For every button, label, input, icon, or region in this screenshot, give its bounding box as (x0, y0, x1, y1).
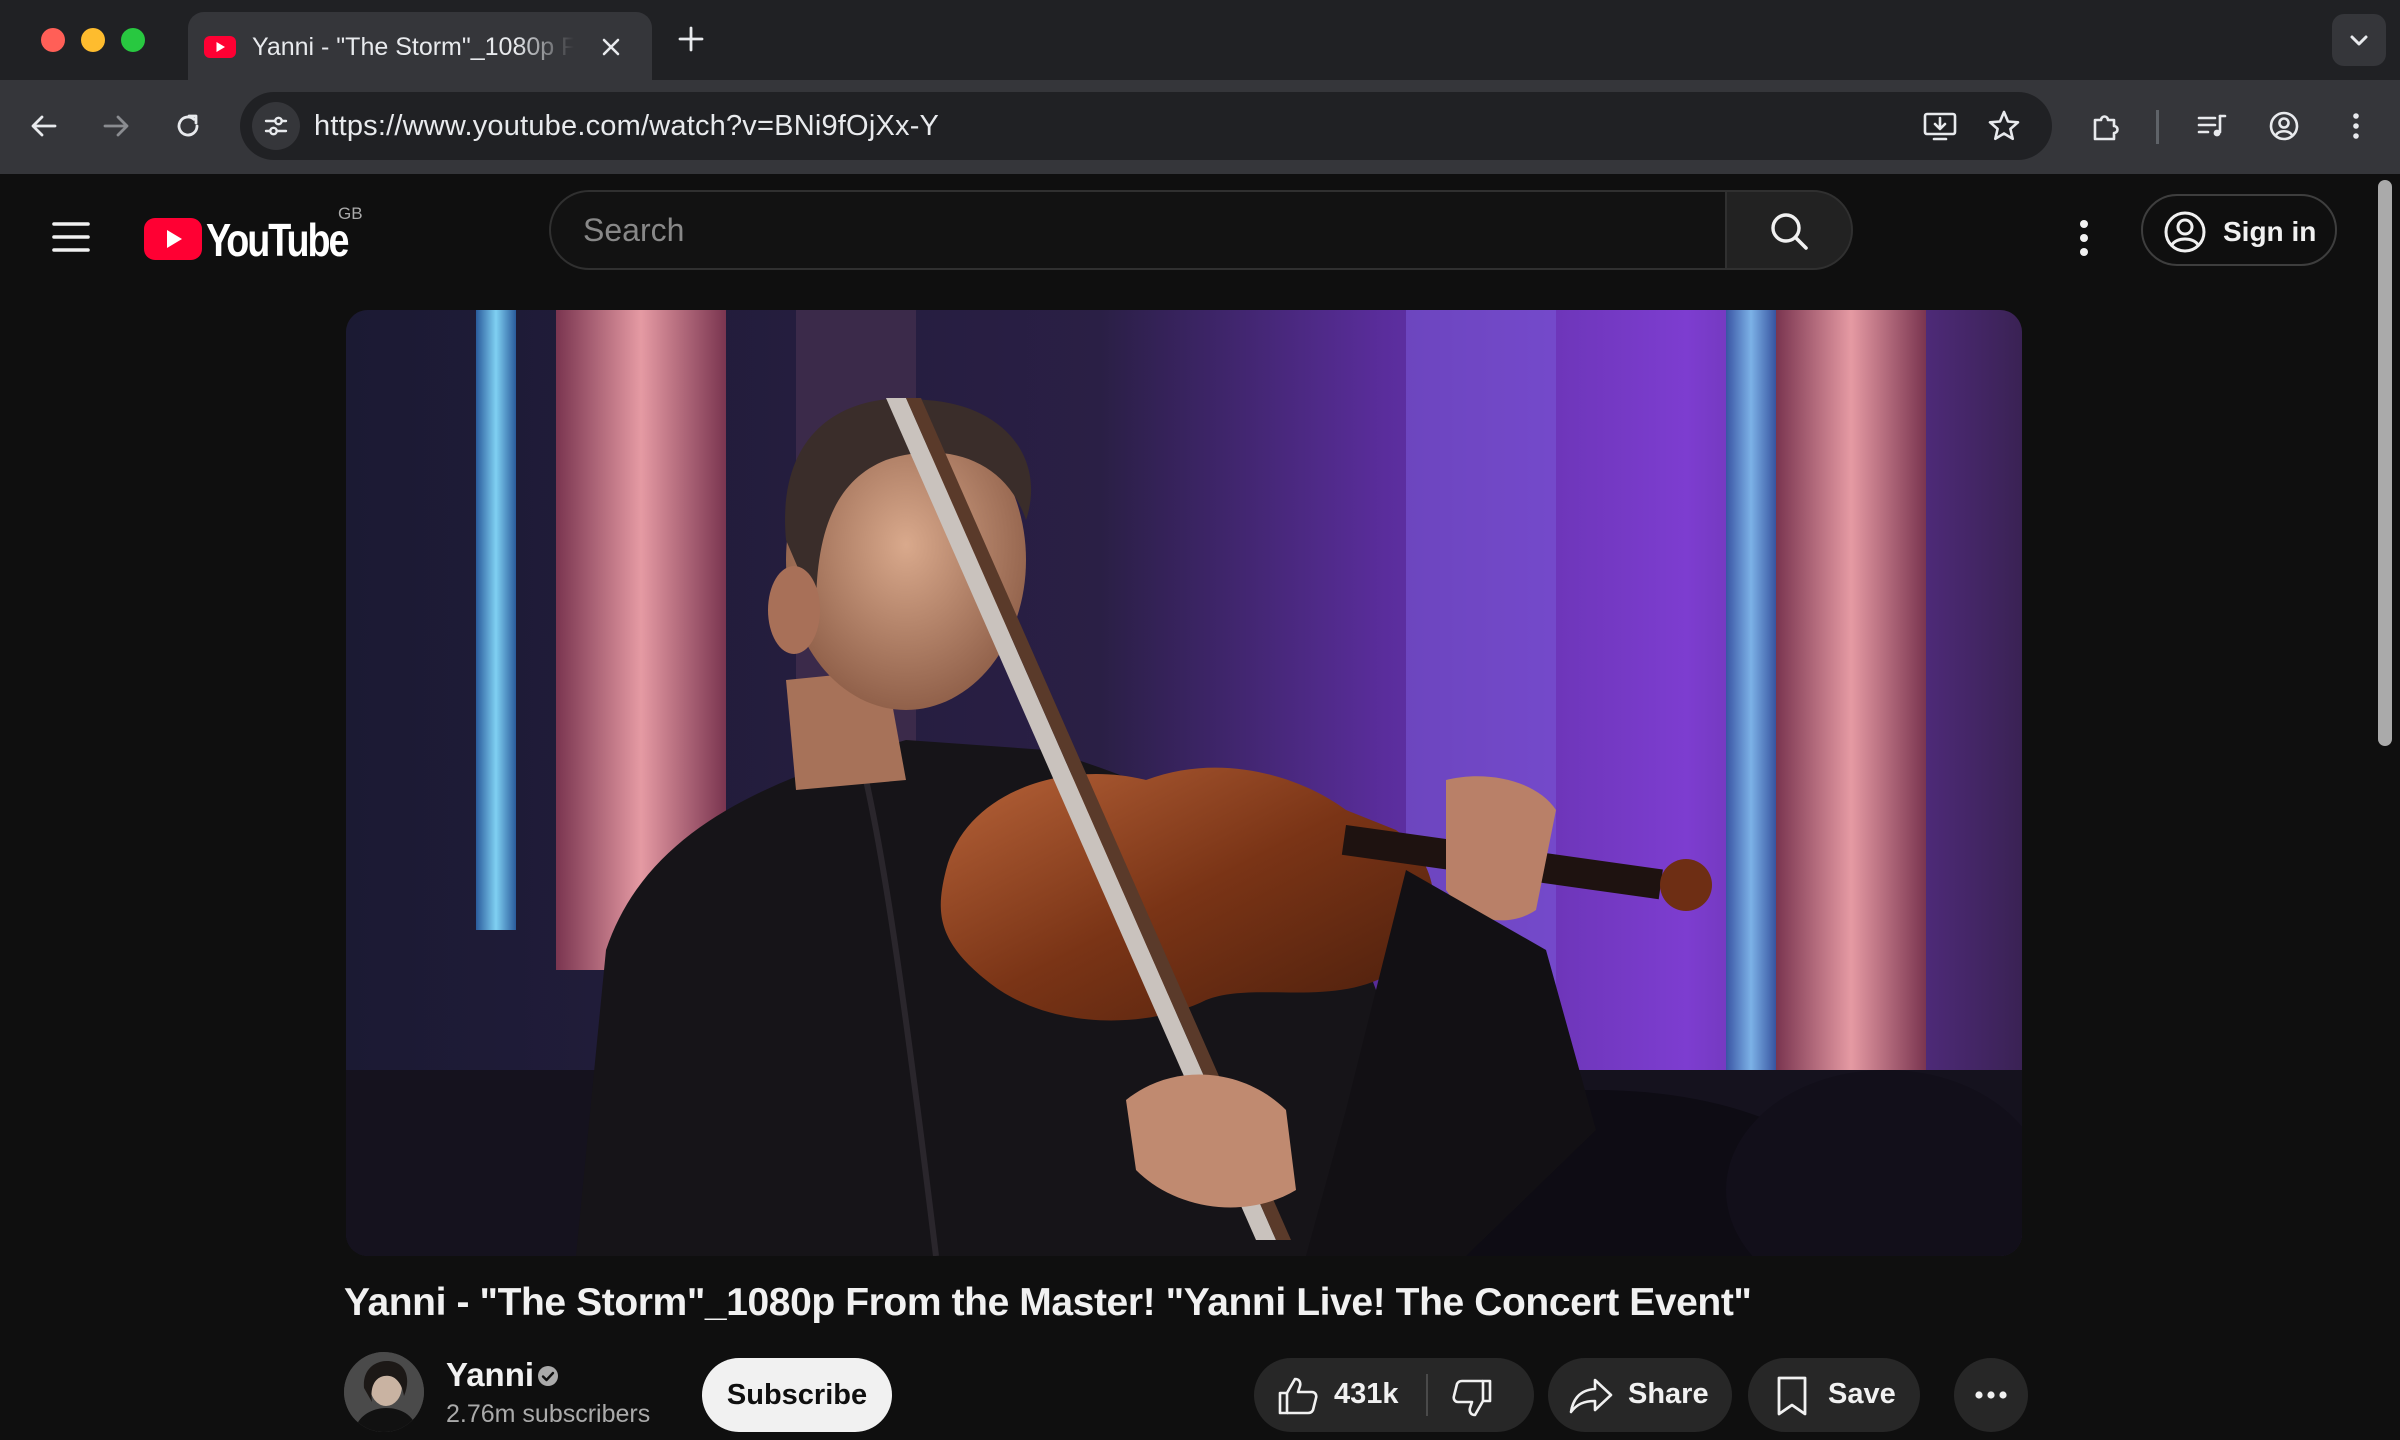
avatar-image (344, 1352, 424, 1432)
dislike-icon[interactable] (1450, 1376, 1494, 1420)
search-box (549, 190, 1725, 270)
window-zoom-button[interactable] (121, 28, 145, 52)
profile-button[interactable] (2264, 106, 2304, 146)
video-player[interactable] (346, 310, 2022, 1256)
site-settings-icon (264, 116, 288, 136)
profile-icon (2269, 111, 2299, 141)
hamburger-menu-icon[interactable] (46, 212, 98, 264)
new-tab-icon[interactable] (676, 24, 706, 54)
tab-search-button[interactable] (2332, 14, 2386, 66)
more-vert-icon (2353, 113, 2359, 139)
browser-menu-button[interactable] (2336, 106, 2376, 146)
url-text[interactable]: https://www.youtube.com/watch?v=BNi9fOjX… (314, 110, 939, 143)
search-button[interactable] (1725, 190, 1853, 270)
like-dislike-group: 431k (1254, 1358, 1534, 1432)
channel-avatar[interactable] (344, 1352, 424, 1432)
youtube-logo[interactable]: YouTube GB (144, 204, 394, 270)
channel-name[interactable]: Yanni (446, 1356, 534, 1394)
search-icon (1771, 213, 1808, 250)
share-icon (1569, 1378, 1613, 1414)
region-code: GB (338, 204, 363, 223)
like-divider (1426, 1374, 1428, 1416)
window-close-button[interactable] (41, 28, 65, 52)
site-info-button[interactable] (252, 102, 300, 150)
account-circle-icon (2164, 211, 2206, 253)
toolbar-divider (2156, 110, 2159, 144)
forward-icon (103, 115, 129, 137)
forward-button[interactable] (96, 106, 136, 146)
save-button[interactable]: Save (1748, 1358, 1920, 1432)
like-count[interactable]: 431k (1334, 1378, 1399, 1411)
back-button[interactable] (24, 106, 64, 146)
bookmark-star-icon[interactable] (1986, 108, 2022, 144)
sign-in-button[interactable]: Sign in (2141, 194, 2337, 266)
scrollbar-thumb[interactable] (2378, 180, 2392, 746)
verified-badge-icon (538, 1366, 558, 1386)
more-horiz-icon (1975, 1391, 2007, 1399)
window-minimize-button[interactable] (81, 28, 105, 52)
youtube-favicon-icon (204, 36, 236, 58)
chevron-down-icon (2350, 35, 2368, 46)
video-frame-image (346, 310, 2022, 1256)
bookmark-icon (1777, 1376, 1807, 1416)
share-button[interactable]: Share (1548, 1358, 1732, 1432)
video-title: Yanni - "The Storm"_1080p From the Maste… (344, 1281, 1752, 1324)
settings-more-icon[interactable] (2062, 210, 2106, 266)
youtube-wordmark: YouTube (206, 214, 349, 266)
subscribe-button[interactable]: Subscribe (702, 1358, 892, 1432)
sign-in-label: Sign in (2223, 216, 2317, 247)
extensions-icon (2093, 115, 2119, 141)
search-input[interactable] (551, 192, 1725, 268)
reading-list-button[interactable] (2192, 106, 2232, 146)
share-label: Share (1628, 1378, 1709, 1410)
reload-icon (177, 114, 199, 137)
browser-tab-strip: Yanni - "The Storm"_1080p From the Maste… (0, 0, 2400, 80)
save-label: Save (1828, 1378, 1896, 1410)
browser-toolbar: https://www.youtube.com/watch?v=BNi9fOjX… (0, 80, 2400, 176)
extensions-button[interactable] (2086, 106, 2126, 146)
subscriber-count: 2.76m subscribers (446, 1400, 651, 1428)
tab-title: Yanni - "The Storm"_1080p From the Maste… (252, 33, 574, 61)
reload-button[interactable] (168, 106, 208, 146)
reading-list-icon (2197, 114, 2227, 137)
install-app-icon[interactable] (1922, 108, 1958, 144)
like-icon[interactable] (1276, 1374, 1320, 1418)
more-actions-button[interactable] (1954, 1358, 2028, 1432)
close-tab-icon[interactable] (600, 36, 622, 58)
address-bar[interactable]: https://www.youtube.com/watch?v=BNi9fOjX… (240, 92, 2052, 160)
youtube-logo-icon (144, 218, 202, 260)
back-icon (31, 115, 57, 137)
youtube-page: YouTube GB Sign in (0, 174, 2400, 1440)
browser-tab-active[interactable]: Yanni - "The Storm"_1080p From the Maste… (188, 12, 652, 80)
